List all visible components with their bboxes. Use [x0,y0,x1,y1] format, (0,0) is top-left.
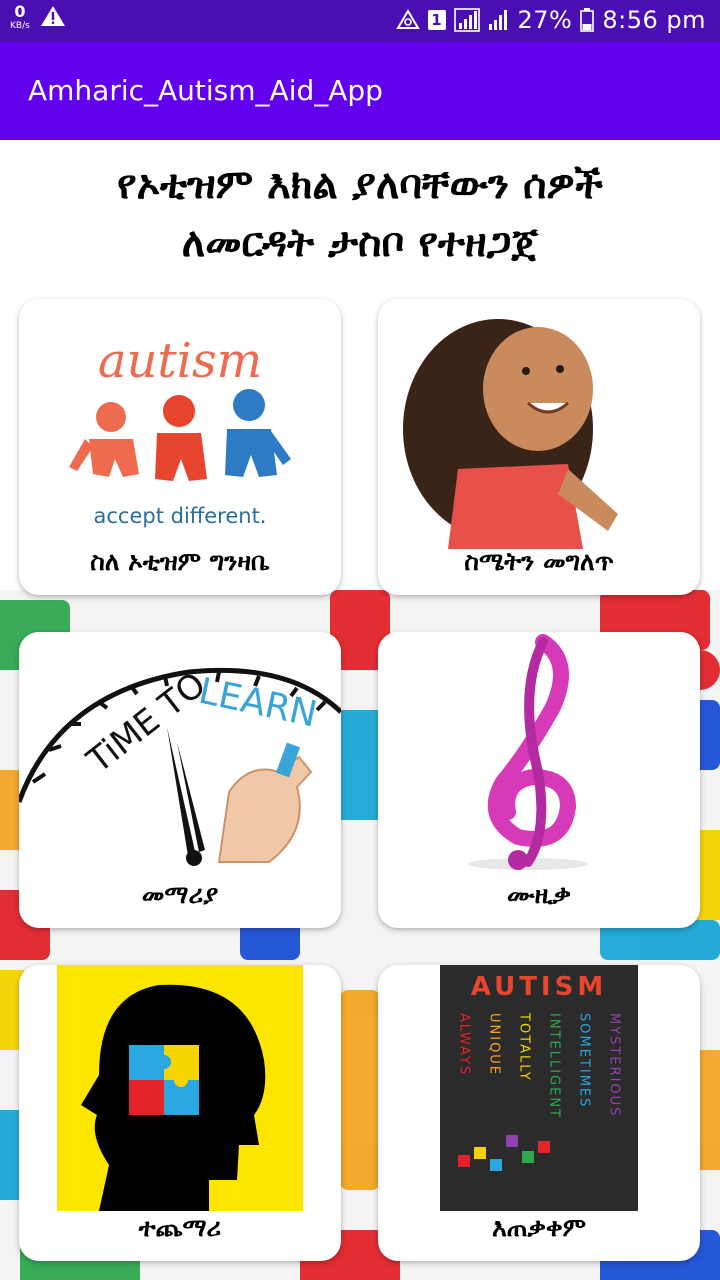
acronym-word-unique: UNIQUE [487,1013,502,1076]
network-speed-value: 0 [14,2,26,21]
card-label-music: ሙዚቃ [506,880,571,909]
acronym-word-mysterious: MYSTERIOUS [607,1013,622,1117]
page-heading-line-1: የኦቲዝም እክል ያለባቸውን ሰዎች [117,162,603,208]
card-label-additional: ተጨማሪ [138,1213,222,1242]
card-label-usage: እጠቃቀም [491,1213,586,1242]
treble-clef-image [378,632,700,882]
status-right: 1 27% 8:56 pm [395,6,706,34]
status-left: 0 KB/s [10,4,66,32]
time-to-learn-image: TiME TO LEARN [19,632,341,882]
card-autism-awareness[interactable]: autism accept different. ስለ ኦቲዝም ግንዛቤ [19,299,341,595]
card-learning[interactable]: TiME TO LEARN መማሪያ [19,632,341,928]
card-music[interactable]: ሙዚቃ [378,632,700,928]
signal-icon-1 [453,8,480,32]
warning-icon [40,4,66,32]
card-label-learning: መማሪያ [141,880,219,909]
page-heading-line-2: ለመርዳት ታስቦ የተዘጋጀ [181,220,539,266]
card-expressing-emotions[interactable]: ስሜትን መግለጥ [378,299,700,595]
app-title: Amharic_Autism_Aid_App [28,74,383,107]
battery-icon [580,8,595,32]
laughing-child-image [378,299,700,549]
autism-acronym-title: AUTISM [471,972,607,1002]
signal-icon-2 [488,8,510,32]
puzzle-head-image [19,965,341,1215]
clock: 8:56 pm [602,6,706,34]
app-bar: Amharic_Autism_Aid_App [0,42,720,140]
autism-awareness-caption: accept different. [94,504,267,528]
battery-percent: 27% [517,6,573,34]
card-additional[interactable]: ተጨማሪ [19,965,341,1261]
page-heading: የኦቲዝም እክል ያለባቸውን ሰዎች ለመርዳት ታስቦ የተዘጋጀ [0,156,720,272]
acronym-word-totally: TOTALLY [517,1012,532,1082]
network-speed: 0 KB/s [10,4,30,31]
acronym-word-always: ALWAYS [457,1013,472,1076]
card-usage[interactable]: AUTISM ALWAYS UNIQUE TOTALLY INTELLIGENT SOM… [378,965,700,1261]
autism-awareness-word: autism [98,333,262,389]
card-label-autism-awareness: ስለ ኦቲዝም ግንዛቤ [90,547,270,576]
network-speed-unit: KB/s [10,21,30,31]
acronym-word-sometimes: SOMETIMES [577,1013,592,1108]
card-label-expressing-emotions: ስሜትን መግለጥ [464,547,614,576]
data-saver-icon [395,9,420,31]
acronym-word-intelligent: INTELLIGENT [547,1013,562,1119]
status-bar: 0 KB/s 1 27% 8:56 pm [0,0,720,42]
autism-awareness-image: autism accept different. [19,299,341,549]
sim-icon: 1 [427,10,446,30]
autism-acronym-image: AUTISM ALWAYS UNIQUE TOTALLY INTELLIGENT SOM… [378,965,700,1215]
